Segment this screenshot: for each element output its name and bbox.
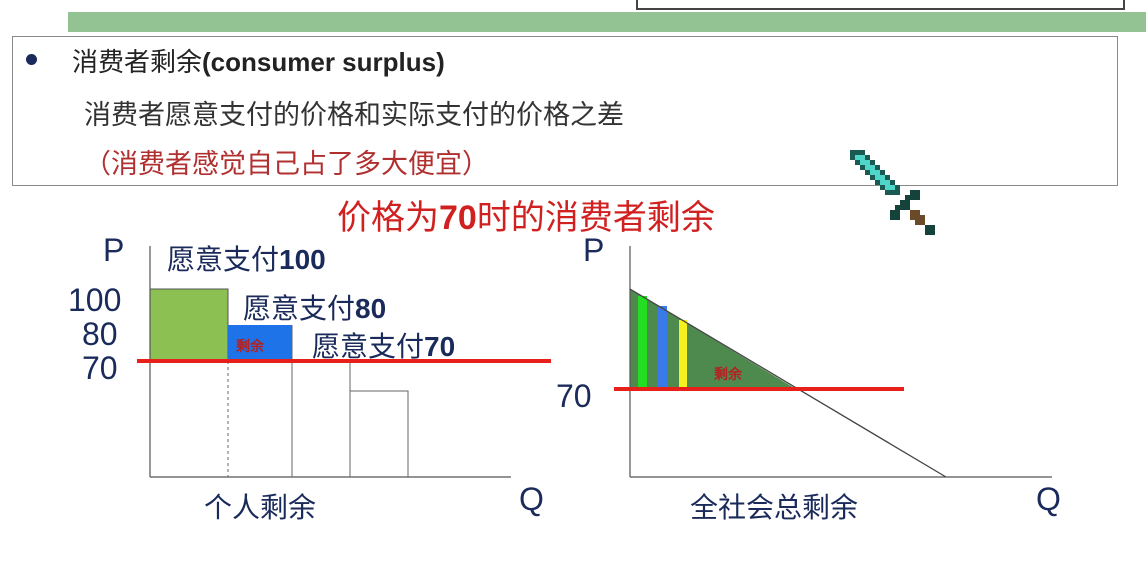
wtp-value: 70 <box>424 331 456 362</box>
stripe-green <box>638 296 647 389</box>
right-tick-70: 70 <box>556 378 592 414</box>
tick-80: 80 <box>82 316 118 352</box>
wtp-prefix: 愿意支付 <box>167 243 280 276</box>
wtp-value: 80 <box>355 293 387 324</box>
left-q-label: Q <box>519 481 544 517</box>
left-surplus-label: 剩余 <box>236 338 265 355</box>
wtp-80-label: 愿意支付80 <box>243 287 386 327</box>
wtp-prefix: 愿意支付 <box>312 330 425 363</box>
diagrams-canvas: 剩余 剩余 <box>137 246 1052 478</box>
right-surplus-label: 剩余 <box>714 366 743 383</box>
right-p-label: P <box>583 232 605 268</box>
wtp-70-label: 愿意支付70 <box>312 325 455 365</box>
left-p-label: P <box>103 232 125 268</box>
stripe-yellow <box>679 320 687 389</box>
left-caption: 个人剩余 <box>204 491 317 524</box>
tick-100: 100 <box>68 282 122 318</box>
wtp-100-block <box>149 288 229 362</box>
right-caption: 全社会总剩余 <box>690 491 859 524</box>
stripe-blue <box>658 306 667 389</box>
wtp-prefix: 愿意支付 <box>243 292 356 325</box>
wtp-value: 100 <box>279 244 326 275</box>
sword-icon <box>850 150 935 235</box>
right-chart: 剩余 <box>614 246 1052 478</box>
wtp-below-block <box>350 390 409 477</box>
tick-70: 70 <box>82 350 118 386</box>
wtp-100-label: 愿意支付100 <box>167 238 326 278</box>
right-q-label: Q <box>1036 481 1061 517</box>
